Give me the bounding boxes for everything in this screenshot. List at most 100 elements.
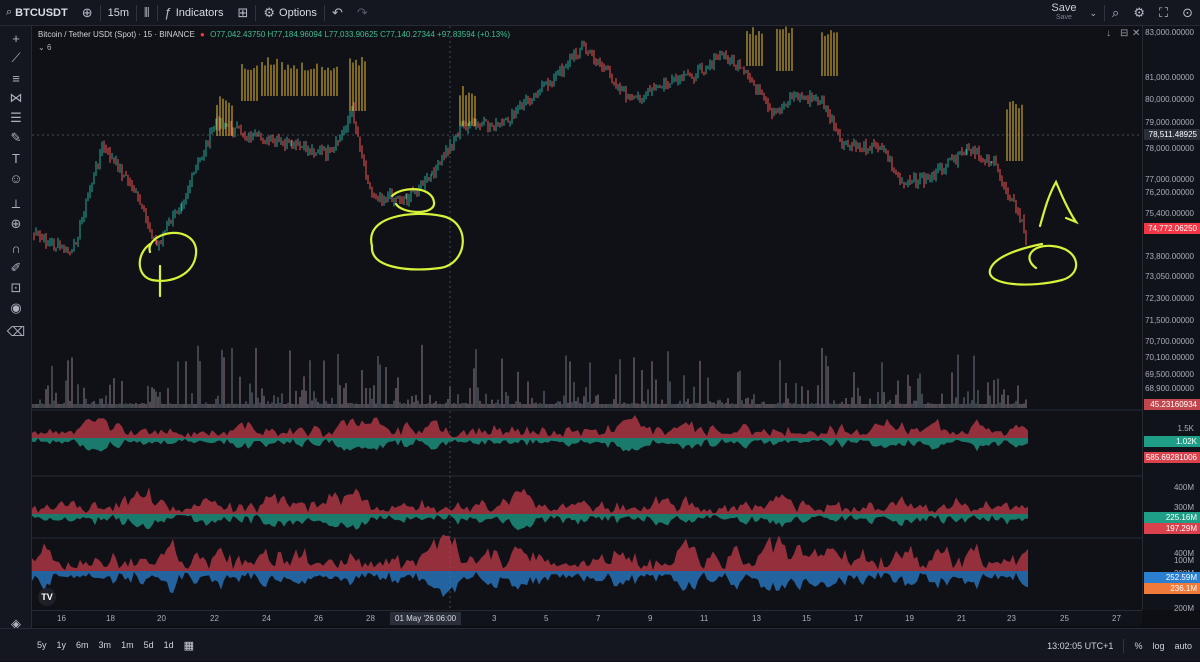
range-button-5d[interactable]: 5d <box>139 640 159 650</box>
price-axis-label: 300M <box>1173 503 1194 512</box>
clock[interactable]: 13:02:05 UTC+1 <box>1047 641 1113 651</box>
price-axis-label: 80,000.00000 <box>1145 95 1194 104</box>
crosshair-price-badge: 78,511.48925 <box>1144 129 1200 140</box>
trendline-icon[interactable]: ⟋ <box>6 48 26 68</box>
search-icon: ⌕ <box>6 6 13 18</box>
ind1-badge-a: 1.02K <box>1144 436 1200 447</box>
time-axis-label: 25 <box>1060 614 1069 623</box>
status-dot-icon: ● <box>200 30 205 39</box>
lock-icon[interactable]: ⊡ <box>6 278 26 298</box>
range-button-1y[interactable]: 1y <box>52 640 72 650</box>
zoom-icon[interactable]: ⊕ <box>6 214 26 234</box>
symbol-legend: Bitcoin / Tether USDt (Spot) · 15 · BINA… <box>38 30 510 39</box>
percent-toggle[interactable]: % <box>1134 641 1142 651</box>
logo-text: TV <box>41 592 53 602</box>
price-axis-label: 70,700.00000 <box>1145 337 1194 346</box>
log-toggle[interactable]: log <box>1152 641 1164 651</box>
indicators-label: Indicators <box>175 6 224 19</box>
hand-drawn-annotations <box>138 179 1079 298</box>
ind1-badge-b: 585.69281006 <box>1144 452 1200 463</box>
last-price-badge: 74,772.06250 <box>1144 223 1200 234</box>
top-toolbar: ⌕ BTCUSDT ⊕ 15m ⫴ ƒ Indicators ⊞ ⚙ Optio… <box>0 0 1200 26</box>
trash-icon[interactable]: ⌫ <box>6 322 26 342</box>
save-button[interactable]: Save Save <box>1045 3 1082 23</box>
fib-icon[interactable]: ☰ <box>6 108 26 128</box>
function-icon: ƒ <box>164 5 172 20</box>
redo-icon: ↷ <box>356 4 368 20</box>
price-axis-label: 79,000.00000 <box>1145 118 1194 127</box>
indicator-pane-3 <box>32 534 1028 598</box>
layouts-button[interactable]: ⊞ <box>230 0 255 26</box>
snapshot-button[interactable]: ⊙ <box>1175 0 1200 26</box>
chart-canvas[interactable]: ↓ ⊟ ✕ <box>32 26 1142 610</box>
time-axis-label: 16 <box>57 614 66 623</box>
save-menu-button[interactable]: ⌄ <box>1083 0 1105 26</box>
legend-close: C77,140.27344 <box>380 30 435 39</box>
bottom-toolbar: 5y 1y 6m 3m 1m 5d 1d ▦ 13:02:05 UTC+1 % log au… <box>0 628 1200 661</box>
options-icon: ⚙ <box>263 4 276 20</box>
quick-search-button[interactable]: ⌕ <box>1105 0 1126 26</box>
pitchfork-icon[interactable]: ⋈ <box>6 88 26 108</box>
time-axis-label: 3 <box>492 614 497 623</box>
time-axis-label: 18 <box>106 614 115 623</box>
chevron-down-icon: ⌄ <box>1089 7 1098 18</box>
date-range-icon[interactable]: ▦ <box>179 639 199 652</box>
price-axis-label: 68,900.00000 <box>1145 384 1194 393</box>
crosshair-icon[interactable]: + <box>6 28 26 48</box>
price-axis-label: 72,300.00000 <box>1145 294 1194 303</box>
indicators-button[interactable]: ƒ Indicators <box>158 0 231 26</box>
price-series <box>33 40 1027 256</box>
interval-button[interactable]: 15m <box>101 0 136 26</box>
annotation-number-6 <box>988 242 1078 286</box>
stay-drawing-icon[interactable]: ✐ <box>6 258 26 278</box>
range-button-1d[interactable]: 1d <box>159 640 179 650</box>
time-axis-label: 5 <box>544 614 549 623</box>
chevron-down-icon: ⌄ <box>38 43 45 52</box>
annotation-arrow <box>1038 179 1079 228</box>
indicator-collapse[interactable]: ⌄ 6 <box>38 43 51 52</box>
magnet-icon[interactable]: ∩ <box>6 238 26 258</box>
undo-button[interactable]: ↶ <box>325 0 350 26</box>
time-axis-label: 15 <box>802 614 811 623</box>
save-sublabel: Save <box>1055 14 1072 21</box>
ruler-icon[interactable]: ⟂ <box>6 194 26 214</box>
price-axis-label: 200M <box>1173 604 1194 613</box>
price-axis-label: 73,800.00000 <box>1145 252 1194 261</box>
text-icon[interactable]: T <box>6 148 26 168</box>
redo-button[interactable]: ↷ <box>350 0 375 26</box>
settings-button[interactable]: ⚙ <box>1126 0 1152 26</box>
auto-toggle[interactable]: auto <box>1174 641 1192 651</box>
range-button-5y[interactable]: 5y <box>32 640 52 650</box>
eye-icon[interactable]: ◉ <box>6 298 26 318</box>
time-axis-label: 28 <box>366 614 375 623</box>
time-axis-label: 13 <box>752 614 761 623</box>
range-button-6m[interactable]: 6m <box>71 640 94 650</box>
volume-pane <box>32 344 1027 408</box>
range-button-1m[interactable]: 1m <box>116 640 139 650</box>
range-button-3m[interactable]: 3m <box>94 640 117 650</box>
compare-button[interactable]: ⊕ <box>75 0 100 26</box>
brush-icon[interactable]: ✎ <box>6 128 26 148</box>
chart-type-button[interactable]: ⫴ <box>137 0 156 26</box>
price-axis-label: 71,500.00000 <box>1145 316 1194 325</box>
fullscreen-button[interactable]: ⛶ <box>1152 0 1175 26</box>
symbol-search[interactable]: ⌕ BTCUSDT <box>0 0 75 26</box>
price-axis-label: 69,500.00000 <box>1145 370 1194 379</box>
scroll-down-icon[interactable]: ↓ <box>1106 28 1111 39</box>
price-axis[interactable]: 83,000.00000 81,000.00000 80,000.00000 79,0… <box>1142 26 1200 613</box>
horizontal-lines-icon[interactable]: ≡ <box>6 68 26 88</box>
time-axis[interactable]: 16 18 20 22 24 26 28 3 5 7 9 11 13 15 17 19 21 23 25 27 01 … <box>32 610 1142 626</box>
emoji-icon[interactable]: ☺ <box>6 168 26 188</box>
close-pane-icon[interactable]: ✕ <box>1132 28 1140 39</box>
undo-icon: ↶ <box>331 4 343 20</box>
options-button[interactable]: ⚙ Options <box>256 0 324 26</box>
price-axis-label: 77,000.00000 <box>1145 175 1194 184</box>
tradingview-logo[interactable]: TV <box>38 588 56 606</box>
time-axis-label: 23 <box>1007 614 1016 623</box>
drawing-toolbar: + ⟋ ≡ ⋈ ☰ ✎ T ☺ ⟂ ⊕ ∩ ✐ ⊡ ◉ ⌫ ◈ <box>0 26 32 631</box>
price-axis-label: 75,400.00000 <box>1145 209 1194 218</box>
time-axis-label: 7 <box>596 614 601 623</box>
time-axis-label: 21 <box>957 614 966 623</box>
maximize-pane-icon[interactable]: ⊟ <box>1120 28 1128 39</box>
interval-label: 15m <box>107 6 130 19</box>
